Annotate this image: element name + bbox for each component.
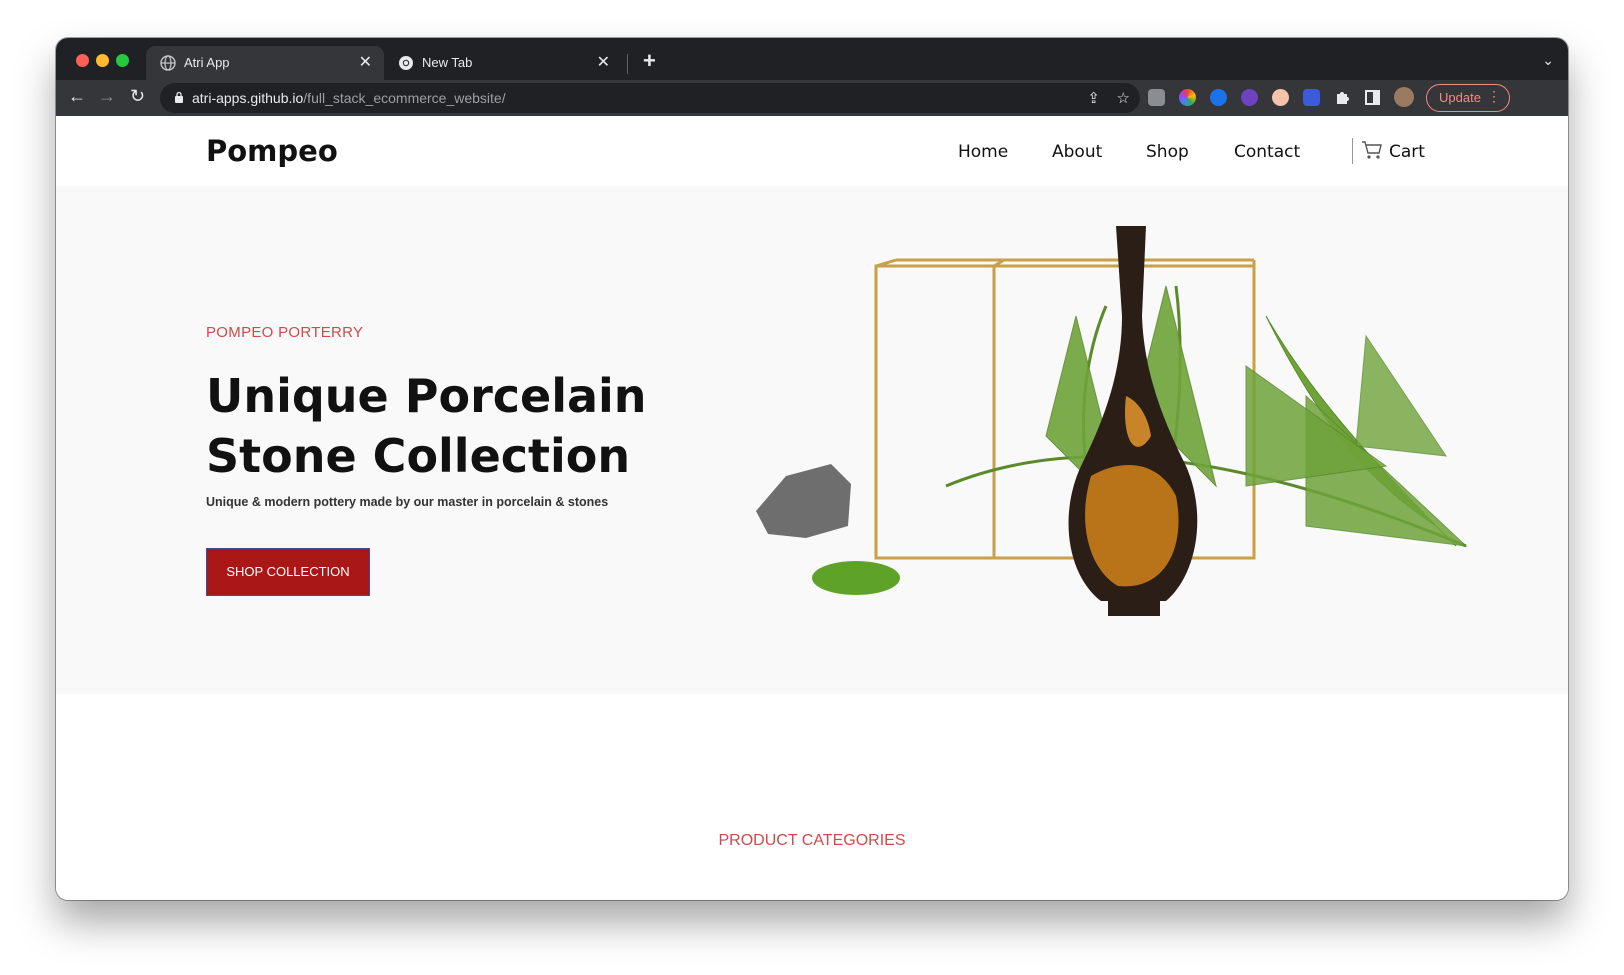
ext-blue-shape-icon[interactable] — [1303, 89, 1320, 106]
browser-toolbar: ← → ↻ atri-apps.github.io/full_stack_eco… — [56, 80, 1568, 116]
nav-home[interactable]: Home — [958, 142, 1008, 162]
site-logo[interactable]: Pompeo — [206, 134, 338, 168]
bookmark-star-icon[interactable]: ☆ — [1117, 89, 1130, 107]
tab-title: Atri App — [184, 55, 230, 70]
share-icon[interactable]: ⇪ — [1087, 89, 1100, 107]
browser-window: Atri App ✕ New Tab ✕ + ⌄ ← → ↻ atri-apps… — [56, 38, 1568, 900]
web-page: Pompeo Home About Shop Contact Cart POMP… — [56, 116, 1568, 900]
ext-blue-drop-icon[interactable] — [1210, 89, 1227, 106]
moss-clump — [812, 561, 900, 595]
reload-button[interactable]: ↻ — [130, 86, 145, 107]
ext-colorwheel-icon[interactable] — [1179, 89, 1196, 106]
tab-new-tab[interactable]: New Tab ✕ — [384, 46, 622, 80]
ext-purple-icon[interactable] — [1241, 89, 1258, 106]
new-tab-button[interactable]: + — [643, 48, 656, 74]
tab-search-button[interactable]: ⌄ — [1542, 52, 1554, 69]
maximize-window-button[interactable] — [116, 54, 129, 67]
close-icon[interactable]: ✕ — [597, 52, 610, 72]
back-button[interactable]: ← — [68, 86, 86, 107]
product-categories-heading: PRODUCT CATEGORIES — [718, 832, 906, 849]
sidepanel-icon[interactable] — [1364, 89, 1381, 106]
site-header: Pompeo Home About Shop Contact Cart — [56, 116, 1568, 186]
tab-strip: Atri App ✕ New Tab ✕ + ⌄ — [56, 38, 1568, 80]
hero-subtitle: Unique & modern pottery made by our mast… — [206, 495, 609, 509]
tab-title: New Tab — [422, 55, 473, 70]
update-label: Update — [1439, 90, 1481, 105]
nav-contact[interactable]: Contact — [1234, 142, 1300, 162]
tab-separator — [627, 54, 628, 74]
address-bar[interactable]: atri-apps.github.io/full_stack_ecommerce… — [160, 83, 1140, 113]
profile-avatar[interactable] — [1394, 87, 1414, 107]
globe-icon — [160, 55, 176, 71]
nav-shop[interactable]: Shop — [1146, 142, 1189, 162]
lock-icon — [175, 91, 183, 103]
nav-about[interactable]: About — [1052, 142, 1102, 162]
url-text[interactable]: atri-apps.github.io/full_stack_ecommerce… — [192, 90, 506, 106]
shop-collection-button[interactable]: SHOP COLLECTION — [206, 548, 370, 596]
more-menu-icon[interactable]: ⋮ — [1487, 88, 1501, 105]
fern-leaf — [945, 285, 1468, 548]
close-window-button[interactable] — [76, 54, 89, 67]
hero-product-image — [756, 226, 1468, 616]
close-icon[interactable]: ✕ — [359, 52, 372, 72]
cart-icon[interactable] — [1361, 140, 1383, 160]
minimize-window-button[interactable] — [96, 54, 109, 67]
nav-cart[interactable]: Cart — [1389, 142, 1425, 162]
ext-face-icon[interactable] — [1272, 89, 1289, 106]
update-button[interactable]: Update ⋮ — [1426, 84, 1510, 112]
ext-grey-icon[interactable] — [1148, 89, 1165, 106]
url-path: /full_stack_ecommerce_website/ — [303, 90, 506, 106]
hero-section: POMPEO PORTERRY Unique Porcelain Stone C… — [56, 186, 1568, 694]
nav-divider — [1352, 138, 1353, 164]
stone-rock — [756, 464, 851, 538]
hero-eyebrow: POMPEO PORTERRY — [206, 324, 364, 341]
hero-title: Unique Porcelain Stone Collection — [206, 369, 647, 483]
forward-button[interactable]: → — [98, 86, 116, 107]
url-host: atri-apps.github.io — [192, 90, 304, 106]
chrome-icon — [399, 56, 413, 70]
tab-atri-app[interactable]: Atri App ✕ — [146, 46, 384, 80]
puzzle-icon[interactable] — [1334, 89, 1351, 106]
